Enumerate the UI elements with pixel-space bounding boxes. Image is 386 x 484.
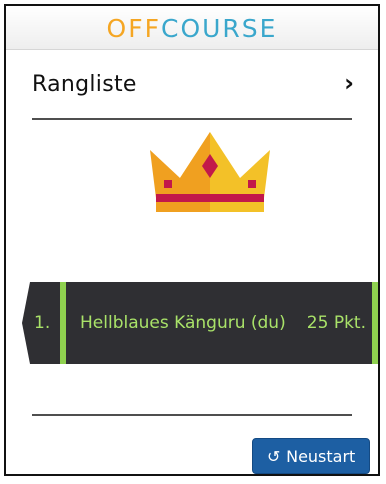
logo-course: COURSE xyxy=(161,14,277,43)
chevron-right-icon[interactable]: › xyxy=(344,69,354,97)
restart-icon: ↻ xyxy=(266,446,281,466)
divider-bottom xyxy=(32,414,352,416)
restart-button[interactable]: ↻ Neustart xyxy=(252,438,370,474)
restart-label: Neustart xyxy=(286,446,356,466)
rank-number: 1. xyxy=(34,313,51,333)
crown-icon xyxy=(150,132,270,212)
ranking-header[interactable]: Rangliste › xyxy=(6,50,378,116)
svg-text:OFFCOURSE: OFFCOURSE xyxy=(107,14,278,43)
app-frame: OFFCOURSE Rangliste › 1. Hellblaues Käng… xyxy=(4,4,380,476)
divider-top xyxy=(32,118,352,120)
player-points: 25 Pkt. xyxy=(306,313,366,333)
logo-off: OFF xyxy=(107,14,161,43)
offcourse-logo: OFFCOURSE xyxy=(107,14,278,43)
page-title: Rangliste xyxy=(32,72,137,97)
app-header: OFFCOURSE xyxy=(6,6,378,50)
player-name: Hellblaues Känguru (du) xyxy=(80,313,286,333)
